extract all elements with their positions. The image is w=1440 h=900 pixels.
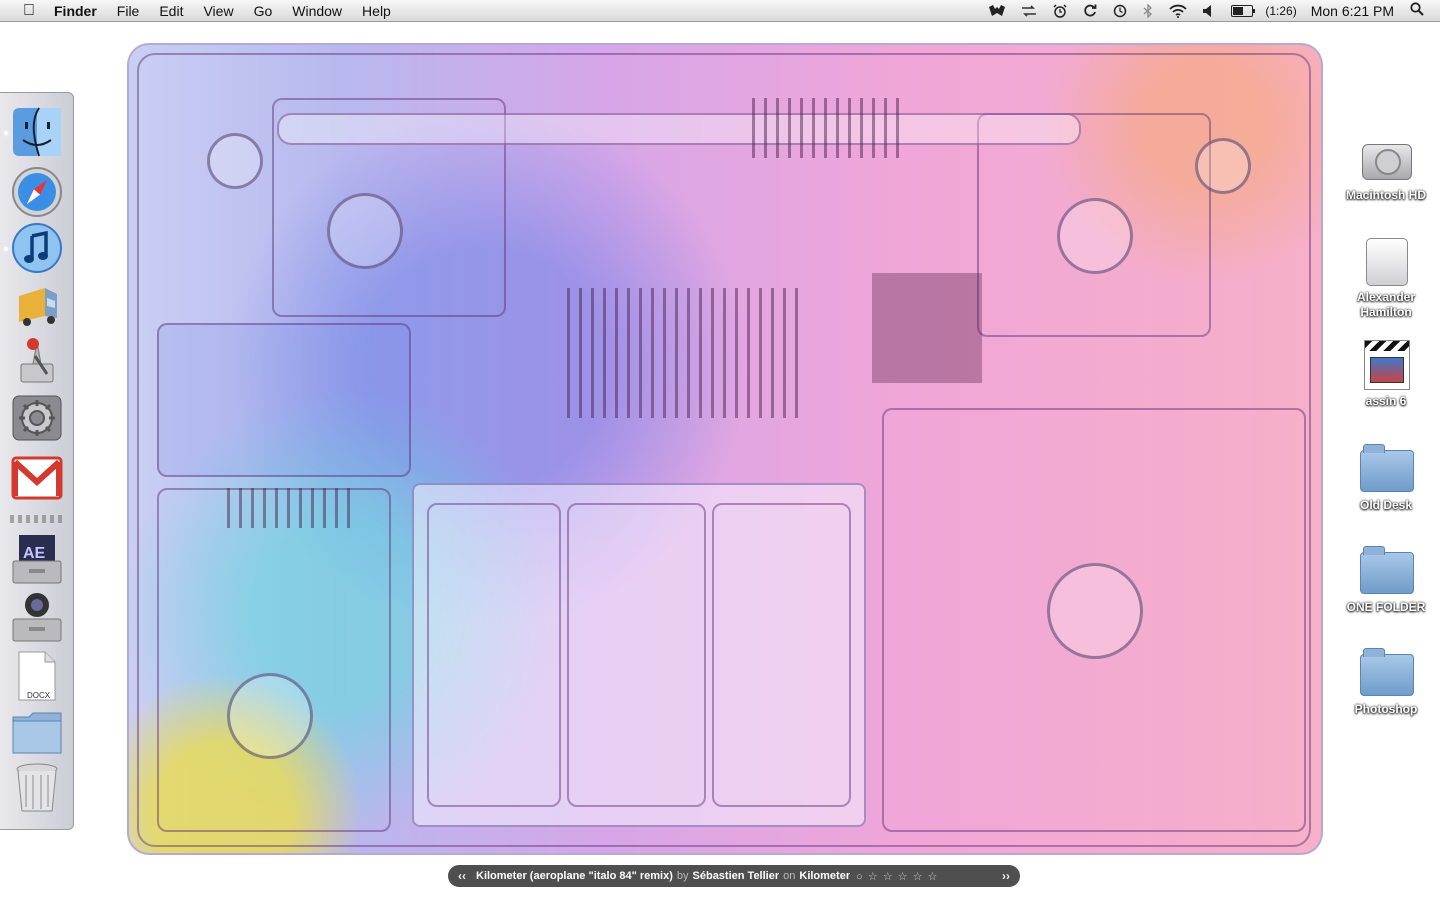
wallpaper-hard-drive [157,488,391,832]
menu-window[interactable]: Window [292,3,342,19]
dock-item-transmit[interactable] [10,277,64,331]
desktop-icon-macintosh-hd[interactable]: Macintosh HD [1338,130,1434,203]
previous-track-button[interactable]: ‹‹ [458,869,466,883]
movie-file-icon [1358,336,1414,392]
folder-icon [12,712,62,754]
apple-menu-icon[interactable]:  [18,2,40,20]
wallpaper-battery-cell-1 [427,503,561,807]
desktop-icon-label: assin 6 [1365,394,1407,408]
spotlight-search-icon[interactable] [1410,1,1424,20]
track-by-label: by [676,870,689,882]
desktop-icon-assin-6[interactable]: assin 6 [1338,336,1434,409]
track-title: Kilometer (aeroplane "italo 84" remix) [476,870,673,882]
wallpaper-connector [227,488,357,528]
dock-item-folder-stack[interactable] [10,705,64,759]
automator-icon [20,338,54,383]
menu-go[interactable]: Go [254,3,273,19]
wallpaper-heatpipe [277,113,1081,145]
menu-bar:  Finder File Edit View Go Window Help [0,0,1440,22]
wallpaper-ram-slots [567,288,807,418]
dock-item-safari[interactable] [10,165,64,219]
desktop-icon-alexander-hamilton[interactable]: Alexander Hamilton [1338,232,1434,320]
wallpaper-hard-drive-platter [227,673,313,759]
status-area: (1:26) Mon 6:21 PM [981,0,1440,22]
wallpaper-left-fan [327,193,403,269]
dock-separator [10,515,64,523]
wallpaper-airport-card [157,323,411,477]
camera-drawer-icon [12,593,62,642]
wallpaper-battery-cell-2 [567,503,706,807]
wifi-icon[interactable] [1169,4,1188,18]
finder-icon [13,107,61,157]
track-on-label: on [783,870,796,882]
folder-icon [1358,644,1414,700]
wallpaper-speaker-left [207,133,263,189]
dock-item-system-preferences[interactable] [10,391,64,445]
wallpaper-speaker-right [1195,138,1251,194]
after-effects-label: AE [23,545,46,562]
desktop-icon-label: Macintosh HD [1345,188,1426,202]
dock-item-finder[interactable] [10,105,64,159]
external-drive-icon [1358,232,1414,288]
dock: AE DOCX [0,92,74,830]
menu-clock[interactable]: Mon 6:21 PM [1311,3,1394,19]
track-artist: Sébastien Tellier [692,870,780,882]
running-indicator-finder [4,131,8,135]
desktop-icon-old-desk[interactable]: Old Desk [1338,440,1434,513]
menu-view[interactable]: View [203,3,233,19]
volume-icon[interactable] [1203,4,1215,17]
bat-icon[interactable] [989,4,1006,17]
wallpaper-chip-array [752,98,902,158]
menu-app-finder[interactable]: Finder [54,3,97,19]
sync-arrows-icon[interactable] [1021,4,1037,17]
hard-drive-icon [1358,130,1414,186]
battery-time[interactable]: (1:26) [1265,4,1296,18]
gear-icon [12,395,62,441]
wallpaper-cpu [872,273,982,383]
desktop-icon-label: ONE FOLDER [1346,600,1426,614]
dock-item-camera-stack[interactable] [10,591,64,645]
running-indicator-itunes [4,247,8,251]
battery-icon[interactable] [1231,4,1257,17]
refresh-icon[interactable] [1083,4,1097,18]
alarm-clock-icon[interactable] [1053,3,1067,18]
wallpaper-optical-drive-spindle [1047,563,1143,659]
desktop-icon-label: Photoshop [1354,702,1418,716]
menu-edit[interactable]: Edit [159,3,183,19]
desktop-icon-one-folder[interactable]: ONE FOLDER [1338,542,1434,615]
desktop-wallpaper [127,43,1323,855]
itunes-note-icon [12,223,62,273]
star-rating[interactable]: ○ ☆ ☆ ☆ ☆ ☆ [856,870,938,883]
safari-compass-icon [12,167,62,217]
now-playing-bar: ‹‹ Kilometer (aeroplane "italo 84" remix… [448,865,1020,887]
desktop-icon-photoshop[interactable]: Photoshop [1338,644,1434,717]
dock-item-itunes[interactable] [10,221,64,275]
wallpaper-right-fan [1057,198,1133,274]
menu-help[interactable]: Help [362,3,391,19]
folder-icon [1358,542,1414,598]
trash-icon [16,763,58,812]
dock-item-automator[interactable] [10,333,64,387]
desktop-icon-label: Alexander Hamilton [1356,290,1416,319]
next-track-button[interactable]: ›› [1002,869,1010,883]
gmail-envelope-icon [11,456,63,500]
desktop-icon-label: Old Desk [1359,498,1413,512]
track-album: Kilometer [799,870,851,882]
folder-icon [1358,440,1414,496]
wallpaper-battery-cell-3 [712,503,851,807]
dock-item-gmail[interactable] [10,451,64,505]
docx-file-label: DOCX [27,691,51,700]
time-machine-icon[interactable] [1113,4,1127,18]
delivery-truck-icon [19,288,57,326]
dock-item-trash[interactable] [10,761,64,815]
menu-file[interactable]: File [117,3,140,19]
bluetooth-icon[interactable] [1143,3,1153,18]
